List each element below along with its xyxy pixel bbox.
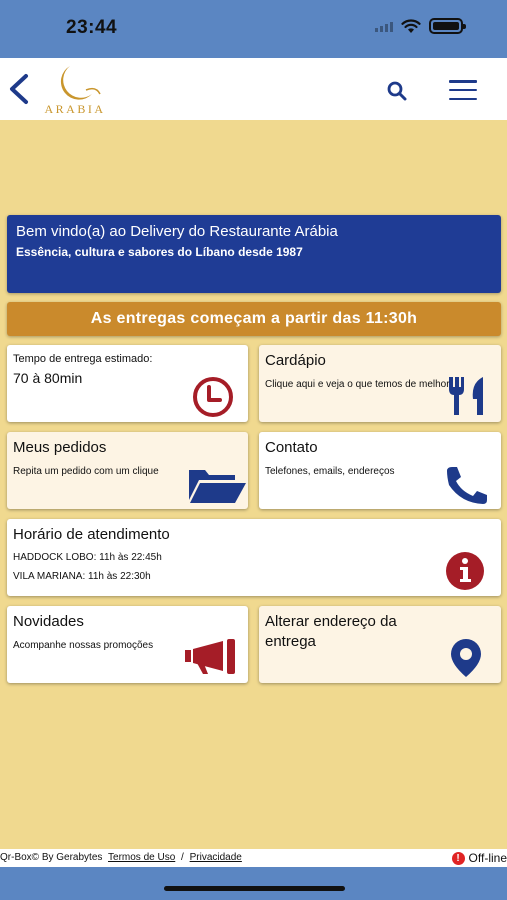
chevron-left-icon[interactable] (6, 72, 32, 106)
welcome-title: Bem vindo(a) ao Delivery do Restaurante … (16, 223, 338, 240)
delivery-time-card[interactable]: Tempo de entrega estimado: 70 à 80min (7, 345, 248, 422)
footer-separator: / (181, 852, 184, 863)
status-bar: 23:44 (0, 0, 507, 58)
wifi-icon (401, 18, 421, 33)
my-orders-title: Meus pedidos (13, 439, 107, 456)
footer-brand: Qr-Box© By Gerabytes (0, 852, 103, 863)
status-time: 23:44 (66, 17, 118, 38)
menu-card-title: Cardápio (265, 352, 326, 369)
my-orders-card[interactable]: Meus pedidos Repita um pedido com um cli… (7, 432, 248, 509)
my-orders-text: Repita um pedido com um clique (13, 466, 159, 477)
cellular-signal-icon (375, 20, 393, 32)
logo-text: ARABIA (44, 102, 106, 116)
delivery-start-banner: As entregas começam a partir das 11:30h (7, 302, 501, 336)
app-header: ARABIA (0, 58, 507, 120)
opening-hours-card[interactable]: Horário de atendimento HADDOCK LOBO: 11h… (7, 519, 501, 596)
alert-icon: ! (451, 851, 465, 865)
map-marker-icon (451, 639, 481, 677)
welcome-panel: Bem vindo(a) ao Delivery do Restaurante … (7, 215, 501, 293)
clock-icon (193, 377, 233, 417)
change-address-title: Alterar endereço da entrega (265, 613, 397, 650)
terms-link[interactable]: Termos de Uso (108, 852, 175, 863)
welcome-subtitle: Essência, cultura e sabores do Líbano de… (16, 245, 303, 259)
footer-links: Qr-Box© By Gerabytes Termos de Uso / Pri… (0, 849, 245, 867)
battery-icon (429, 18, 466, 34)
change-address-card[interactable]: Alterar endereço da entrega (259, 606, 501, 683)
hours-location-1: HADDOCK LOBO: 11h às 22:45h (13, 552, 162, 563)
search-icon[interactable] (386, 80, 408, 102)
hamburger-menu-icon[interactable] (449, 80, 477, 100)
home-indicator[interactable] (164, 886, 345, 891)
privacy-link[interactable]: Privacidade (190, 852, 242, 863)
crescent-moon-icon (60, 66, 101, 100)
footer: Qr-Box© By Gerabytes Termos de Uso / Pri… (0, 849, 507, 867)
menu-card[interactable]: Cardápio Clique aqui e veja o que temos … (259, 345, 501, 422)
connection-status-label: Off-line (468, 851, 507, 865)
menu-card-text: Clique aqui e veja o que temos de melhor (265, 379, 450, 390)
news-title: Novidades (13, 613, 84, 630)
home-bar-area (0, 867, 507, 900)
contact-card[interactable]: Contato Telefones, emails, endereços (259, 432, 501, 509)
news-card[interactable]: Novidades Acompanhe nossas promoções (7, 606, 248, 683)
contact-title: Contato (265, 439, 318, 456)
connection-status: ! Off-line (451, 849, 507, 867)
hours-location-2: VILA MARIANA: 11h às 22:30h (13, 571, 151, 582)
battery-level (433, 22, 459, 30)
opening-hours-title: Horário de atendimento (13, 526, 170, 543)
status-icons (375, 18, 466, 34)
delivery-time-label: Tempo de entrega estimado: (13, 353, 153, 365)
news-text: Acompanhe nossas promoções (13, 640, 154, 651)
restaurant-logo[interactable]: ARABIA (42, 60, 108, 118)
contact-text: Telefones, emails, endereços (265, 466, 395, 477)
